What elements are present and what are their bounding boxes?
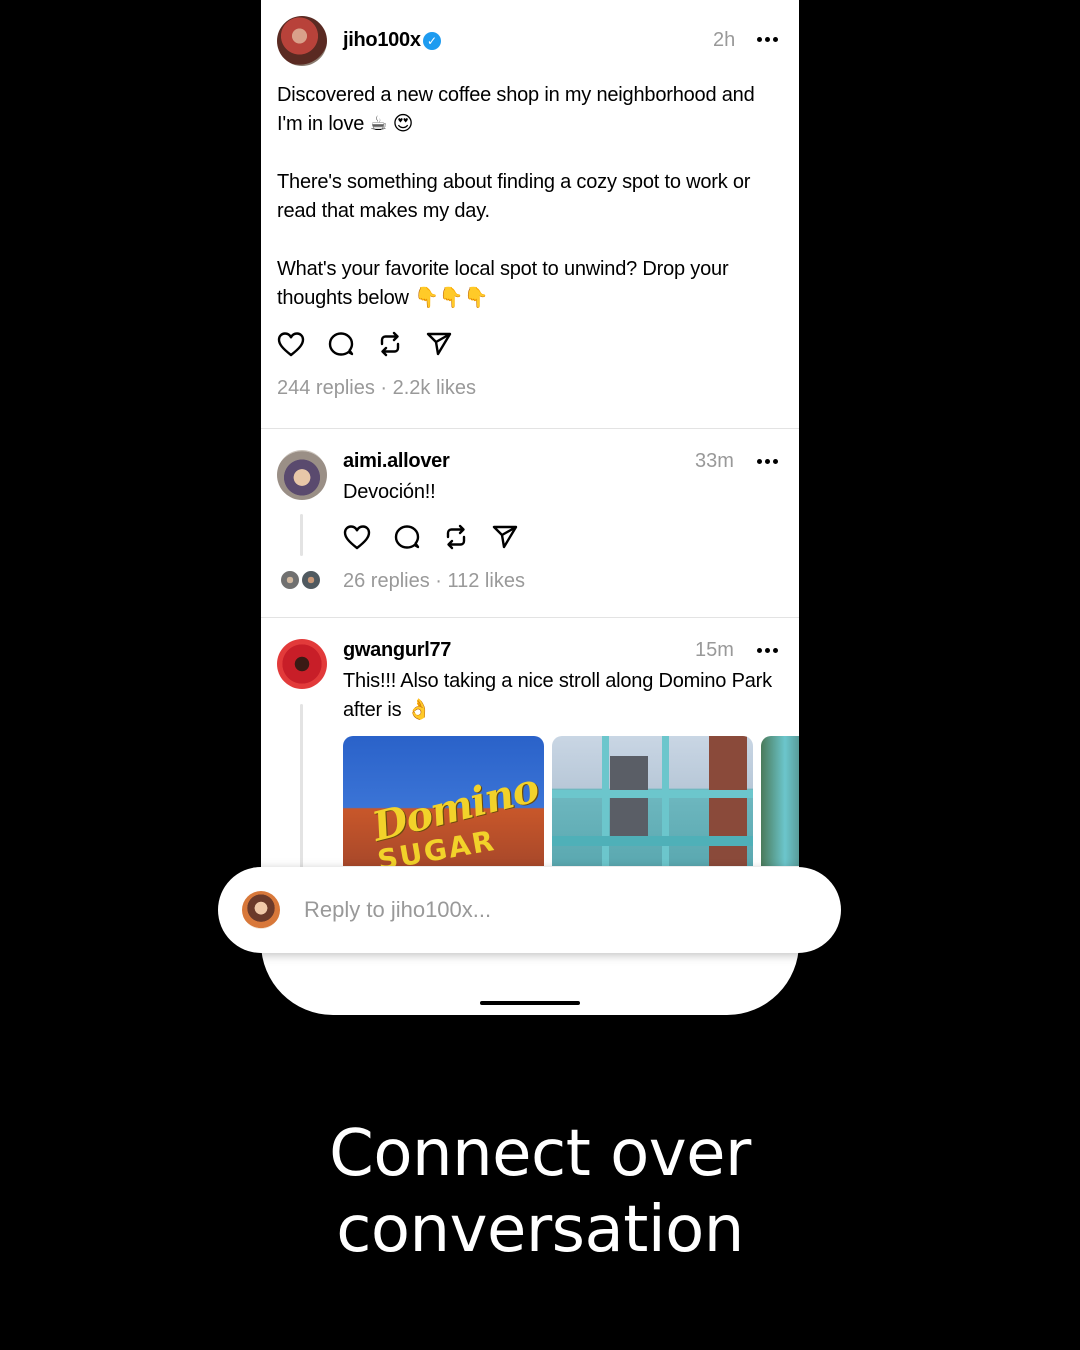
post-actions [276,329,456,359]
photo-beam [662,736,669,866]
photo-brick-tower [709,736,747,866]
photo-beam [552,790,753,798]
more-options-icon[interactable] [757,37,779,43]
home-indicator [480,1001,580,1005]
reply-time: 33m [695,450,734,472]
phone-screen: jiho100x ✓ 2h Discovered a new coffee sh… [261,0,799,1015]
thread-line [300,514,303,556]
reply-actions [342,522,522,552]
more-options-icon[interactable] [757,459,779,465]
avatar[interactable] [277,639,327,689]
reply-username[interactable]: gwangurl77 [343,639,451,662]
reply-time: 15m [695,639,734,661]
more-options-icon[interactable] [757,648,779,654]
share-send-icon[interactable] [490,522,520,552]
reply-text: Devoción!! [343,481,436,503]
avatar[interactable] [277,16,327,66]
photo-third[interactable] [761,736,799,866]
repost-icon[interactable] [441,522,471,552]
post-paragraph-2: There's something about finding a cozy s… [277,171,751,222]
post-stats[interactable]: 244 replies · 2.2k likes [277,377,476,400]
tagline-line-2: conversation [336,1193,744,1267]
divider [261,428,799,429]
divider [261,617,799,618]
photo-domino-sign[interactable]: Domino SUGAR [343,736,544,866]
like-heart-icon[interactable] [342,522,372,552]
post-time: 2h [713,29,736,51]
reply-username[interactable]: aimi.allover [343,450,450,473]
like-heart-icon[interactable] [276,329,306,359]
post-paragraph-3: What's your favorite local spot to unwin… [277,258,729,309]
comment-bubble-icon[interactable] [326,329,356,359]
photo-domino-park[interactable] [552,736,753,866]
replier-avatar [300,569,322,591]
reply-composer[interactable]: Reply to jiho100x... [218,867,841,953]
verified-badge-icon: ✓ [423,32,441,50]
replier-avatar [279,569,301,591]
photo-beam [602,736,609,866]
reply-text: This!!! Also taking a nice stroll along … [343,670,772,721]
share-send-icon[interactable] [424,329,454,359]
post-username[interactable]: jiho100x [343,29,421,52]
repost-icon[interactable] [375,329,405,359]
reply-stats[interactable]: 26 replies · 112 likes [343,570,525,593]
post-paragraph-1: Discovered a new coffee shop in my neigh… [277,84,755,135]
avatar[interactable] [277,450,327,500]
reply-input-placeholder[interactable]: Reply to jiho100x... [304,897,491,923]
thread-line [300,704,303,874]
comment-bubble-icon[interactable] [392,522,422,552]
tagline-line-1: Connect over [329,1117,751,1191]
my-avatar [242,891,280,929]
photo-beam [552,836,753,846]
